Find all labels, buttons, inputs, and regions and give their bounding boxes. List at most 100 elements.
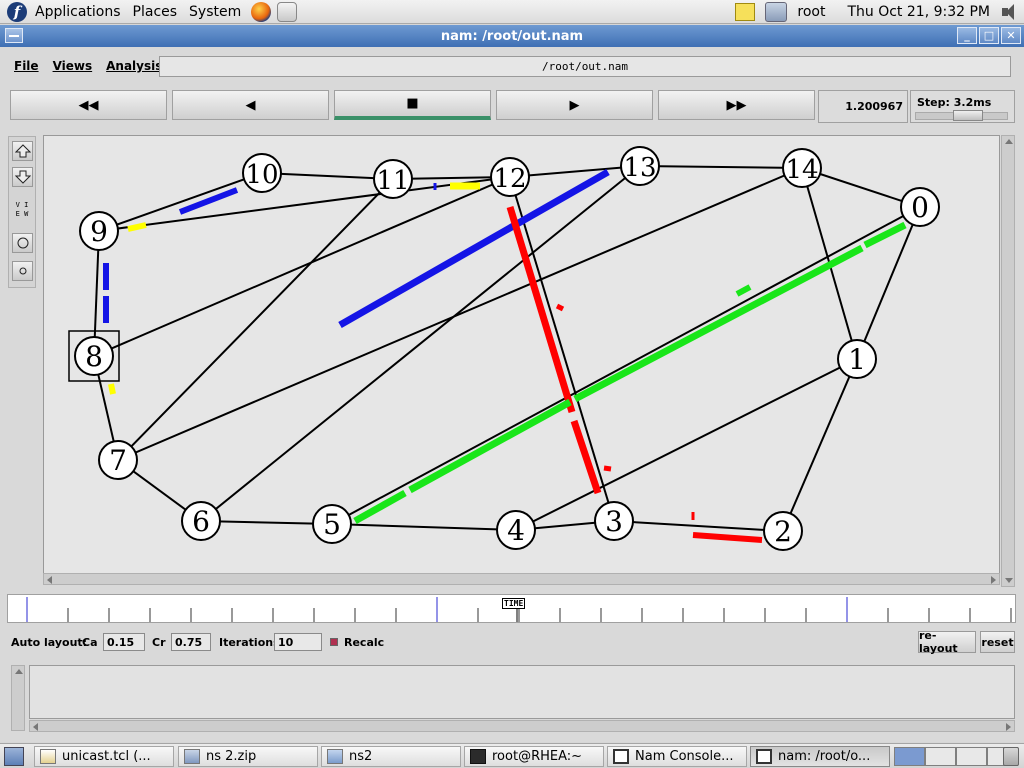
node-7[interactable]: 7 bbox=[98, 440, 138, 480]
link-7-14[interactable] bbox=[117, 167, 803, 461]
node-14[interactable]: 14 bbox=[782, 148, 822, 188]
applications-menu[interactable]: Applications bbox=[35, 4, 121, 20]
text-editor-icon bbox=[40, 749, 56, 764]
zoom-in-button[interactable] bbox=[12, 141, 33, 161]
node-4-label: 4 bbox=[507, 514, 525, 547]
packet-green bbox=[863, 221, 907, 249]
scroll-right-icon[interactable] bbox=[991, 576, 996, 584]
node-10[interactable]: 10 bbox=[242, 153, 282, 193]
show-desktop-icon[interactable] bbox=[4, 747, 24, 766]
scroll-left-icon[interactable] bbox=[47, 576, 52, 584]
system-menu[interactable]: System bbox=[189, 4, 241, 20]
console-vertical-scrollbar[interactable] bbox=[11, 665, 25, 731]
node-3-label: 3 bbox=[605, 505, 623, 538]
cr-input[interactable]: 0.75 bbox=[171, 633, 211, 651]
task-unicast-tcl[interactable]: unicast.tcl (... bbox=[34, 746, 174, 767]
fast-rewind-button[interactable]: ◀◀ bbox=[10, 90, 167, 120]
task-ns2-zip[interactable]: ns 2.zip bbox=[178, 746, 318, 767]
iterations-label: Iterations bbox=[219, 636, 280, 649]
network-graph[interactable]: 012345678910 11 12 13 14 bbox=[44, 136, 999, 584]
link-1-2[interactable] bbox=[782, 358, 858, 532]
node-10-label: 10 bbox=[245, 160, 278, 190]
transport-controls: ◀◀ ◀ ■ ▶ ▶▶ bbox=[10, 90, 815, 120]
link-5-0[interactable] bbox=[331, 206, 921, 525]
node-1[interactable]: 1 bbox=[837, 339, 877, 379]
node-4[interactable]: 4 bbox=[496, 510, 536, 550]
circle-small-button[interactable] bbox=[12, 261, 33, 281]
link-6-13[interactable] bbox=[200, 165, 641, 522]
task-label: ns2 bbox=[349, 749, 373, 764]
volume-icon[interactable] bbox=[1000, 3, 1020, 21]
recalc-checkbox[interactable] bbox=[330, 638, 338, 646]
reset-button[interactable]: reset bbox=[980, 631, 1015, 653]
node-6[interactable]: 6 bbox=[181, 501, 221, 541]
trash-icon[interactable] bbox=[1003, 747, 1019, 766]
firefox-launcher-icon[interactable] bbox=[251, 1, 272, 22]
view-label: V IE W bbox=[15, 201, 29, 218]
file-path-field: /root/out.nam bbox=[159, 56, 1011, 77]
close-button[interactable]: ✕ bbox=[1001, 27, 1021, 44]
console-scroll-up-icon[interactable] bbox=[15, 669, 23, 674]
circle-large-button[interactable] bbox=[12, 233, 33, 253]
node-8[interactable]: 8 bbox=[74, 336, 114, 376]
timeline-slider[interactable]: TIME bbox=[7, 594, 1016, 623]
link-4-5[interactable] bbox=[331, 523, 517, 531]
minimize-button[interactable]: _ bbox=[957, 27, 977, 44]
packet-red bbox=[603, 465, 612, 472]
step-control: Step: 3.2ms bbox=[910, 90, 1015, 123]
task-nam-console[interactable]: Nam Console... bbox=[607, 746, 747, 767]
window-titlebar[interactable]: nam: /root/out.nam _ □ ✕ bbox=[0, 25, 1024, 47]
panel-clock[interactable]: Thu Oct 21, 9:32 PM bbox=[847, 4, 990, 20]
maximize-button[interactable]: □ bbox=[979, 27, 999, 44]
window-menu-button[interactable] bbox=[5, 28, 23, 43]
console-scroll-left-icon[interactable] bbox=[33, 723, 38, 731]
views-menu[interactable]: Views bbox=[53, 59, 93, 73]
play-button[interactable]: ▶ bbox=[496, 90, 653, 120]
rewind-button[interactable]: ◀ bbox=[172, 90, 329, 120]
user-switcher-icon[interactable] bbox=[765, 2, 788, 22]
node-9[interactable]: 9 bbox=[79, 211, 119, 251]
relayout-button[interactable]: re-layout bbox=[918, 629, 976, 655]
link-9-10[interactable] bbox=[98, 172, 263, 232]
node-13[interactable]: 13 bbox=[620, 146, 660, 186]
fedora-logo-icon[interactable]: f bbox=[7, 1, 27, 22]
canvas-vertical-scrollbar[interactable] bbox=[1001, 135, 1015, 587]
scroll-up-icon[interactable] bbox=[1005, 139, 1013, 144]
fast-forward-button[interactable]: ▶▶ bbox=[658, 90, 815, 120]
console-scroll-right-icon[interactable] bbox=[1006, 723, 1011, 731]
iterations-input[interactable]: 10 bbox=[274, 633, 322, 651]
task-nam-window[interactable]: nam: /root/o... bbox=[750, 746, 890, 767]
link-13-14[interactable] bbox=[639, 165, 803, 169]
node-5[interactable]: 5 bbox=[312, 504, 352, 544]
workspace-2[interactable] bbox=[925, 747, 956, 766]
ca-label: Ca bbox=[82, 636, 98, 649]
annotation-console[interactable] bbox=[29, 665, 1015, 719]
task-ns2-folder[interactable]: ns2 bbox=[321, 746, 461, 767]
time-marker-label[interactable]: TIME bbox=[502, 598, 526, 609]
node-7-label: 7 bbox=[109, 444, 127, 477]
node-3[interactable]: 3 bbox=[594, 501, 634, 541]
node-0[interactable]: 0 bbox=[900, 187, 940, 227]
zoom-out-button[interactable] bbox=[12, 167, 33, 187]
node-12[interactable]: 12 bbox=[490, 157, 530, 197]
scroll-down-icon[interactable] bbox=[1005, 578, 1013, 583]
task-terminal[interactable]: root@RHEA:~ bbox=[464, 746, 604, 767]
workspace-3[interactable] bbox=[956, 747, 987, 766]
mail-launcher-icon[interactable] bbox=[277, 1, 298, 22]
node-11[interactable]: 11 bbox=[373, 159, 413, 199]
analysis-menu[interactable]: Analysis bbox=[106, 59, 162, 73]
console-horizontal-scrollbar[interactable] bbox=[29, 720, 1015, 732]
canvas-horizontal-scrollbar[interactable] bbox=[43, 573, 1000, 585]
network-canvas[interactable]: 0 1 2 3 4 5 6 7 8 9 10 11 12 13 14 bbox=[43, 135, 1000, 585]
stop-button[interactable]: ■ bbox=[334, 90, 491, 120]
places-menu[interactable]: Places bbox=[133, 4, 178, 20]
workspace-1[interactable] bbox=[894, 747, 925, 766]
ca-input[interactable]: 0.15 bbox=[103, 633, 145, 651]
step-slider-thumb[interactable] bbox=[953, 110, 983, 121]
top-panel: f Applications Places System root Thu Oc… bbox=[0, 0, 1024, 24]
panel-user[interactable]: root bbox=[797, 4, 825, 20]
notes-icon[interactable] bbox=[735, 3, 756, 21]
file-menu[interactable]: File bbox=[14, 59, 39, 73]
link-2-3[interactable] bbox=[613, 520, 784, 532]
node-2[interactable]: 2 bbox=[763, 511, 803, 551]
